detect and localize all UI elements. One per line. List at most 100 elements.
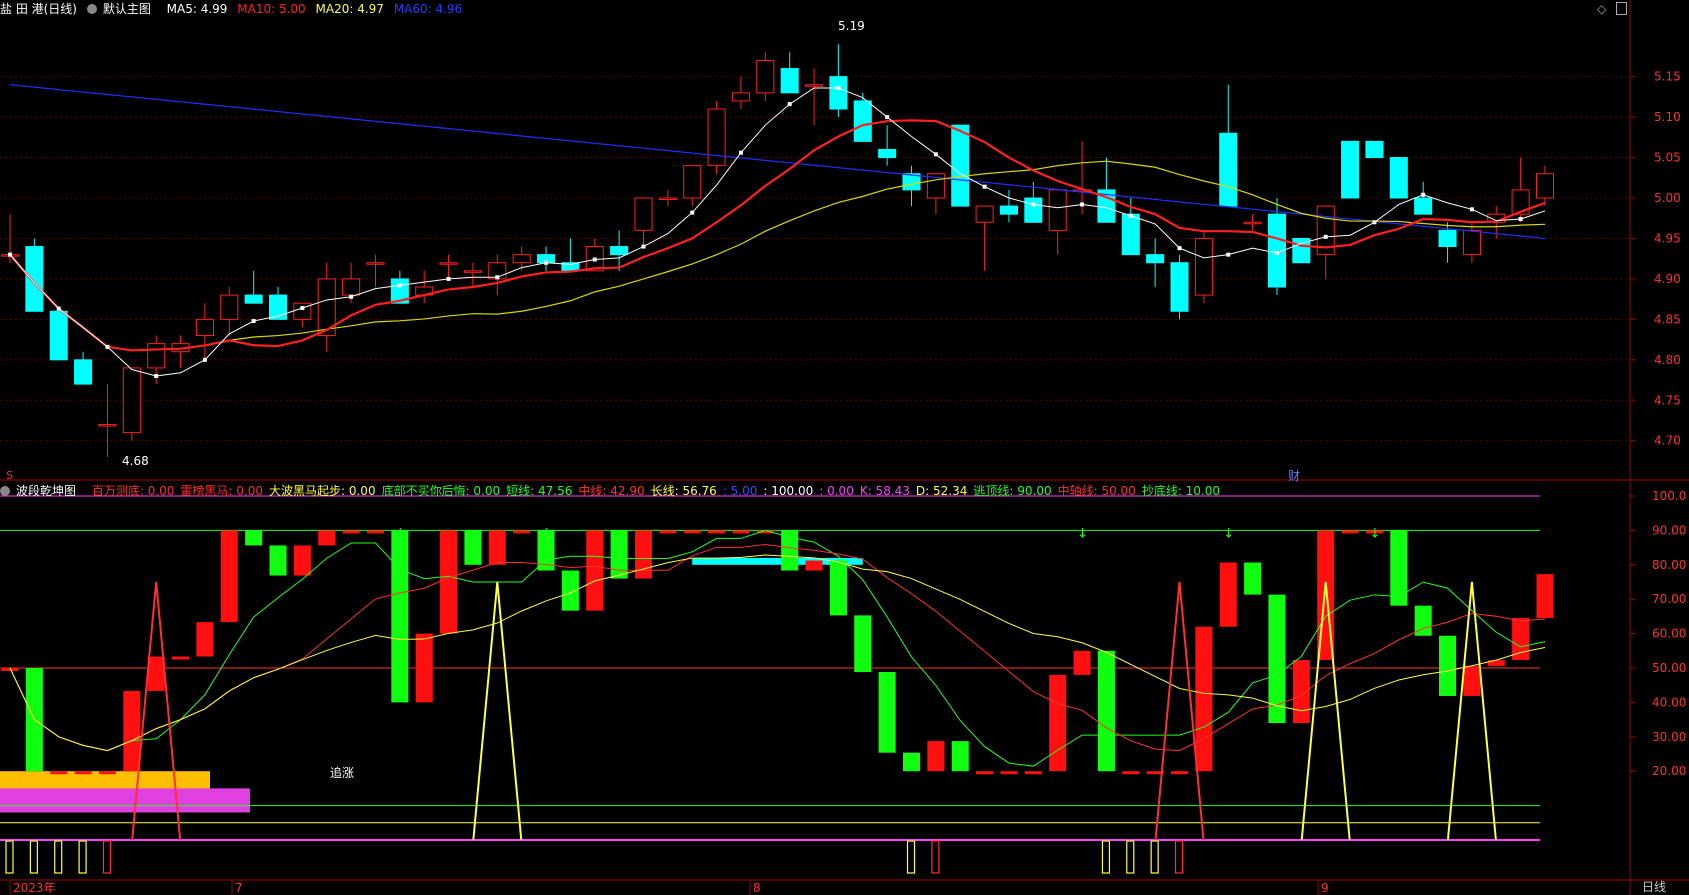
osc-tick: 50.00 bbox=[1652, 661, 1686, 675]
osc-bar bbox=[1439, 635, 1457, 696]
price-tick: 4.90 bbox=[1654, 272, 1681, 286]
osc-value-12: 逃顶线: 90.00 bbox=[973, 484, 1052, 498]
candle[interactable] bbox=[683, 165, 702, 199]
osc-bar bbox=[50, 771, 68, 775]
candle[interactable] bbox=[439, 262, 458, 265]
candle[interactable] bbox=[975, 205, 994, 223]
candle[interactable] bbox=[1365, 140, 1384, 159]
osc-bar bbox=[1390, 530, 1408, 606]
candle[interactable] bbox=[147, 343, 166, 369]
candle[interactable] bbox=[512, 254, 531, 264]
ma5-dot bbox=[982, 184, 987, 189]
window-controls: ◇ bbox=[1597, 2, 1628, 16]
candle[interactable] bbox=[707, 108, 726, 167]
settings-icon[interactable] bbox=[0, 486, 10, 496]
candle[interactable] bbox=[195, 318, 214, 337]
candle[interactable] bbox=[999, 205, 1018, 215]
candle[interactable] bbox=[1024, 197, 1043, 223]
osc-value-10: K: 58.43 bbox=[859, 484, 910, 498]
osc-value-4: 短线: 47.56 bbox=[506, 484, 573, 498]
osc-bar bbox=[634, 530, 653, 579]
candle[interactable] bbox=[1414, 197, 1433, 215]
indicator-selector[interactable]: 默认主图 bbox=[86, 2, 157, 16]
ma5-dot bbox=[787, 102, 792, 107]
candle[interactable] bbox=[244, 294, 263, 304]
ma5-dot bbox=[592, 257, 597, 262]
candle[interactable] bbox=[731, 92, 750, 102]
ma60-value: MA60: 4.96 bbox=[393, 2, 463, 16]
candle[interactable] bbox=[853, 100, 872, 142]
candle[interactable] bbox=[634, 197, 653, 231]
price-tick: 4.95 bbox=[1654, 231, 1681, 245]
osc-indicator-selector[interactable]: 波段乾坤图 bbox=[0, 484, 82, 498]
candle[interactable] bbox=[74, 359, 93, 385]
osc-bar bbox=[147, 656, 165, 691]
candle[interactable] bbox=[658, 197, 677, 200]
ma5-dot bbox=[1080, 202, 1085, 207]
candle[interactable] bbox=[1341, 140, 1360, 199]
candle[interactable] bbox=[25, 246, 44, 312]
date-tick: 9 bbox=[1321, 881, 1329, 895]
ma5-dot bbox=[1226, 252, 1231, 257]
candle[interactable] bbox=[1194, 237, 1213, 296]
candle[interactable] bbox=[1048, 189, 1067, 231]
period-label[interactable]: 日线 bbox=[1642, 878, 1666, 895]
candle[interactable] bbox=[1438, 229, 1457, 248]
restore-icon[interactable] bbox=[1616, 2, 1628, 15]
main-chart-header: 盐 田 港(日线) 默认主图 MA5: 4.99 MA10: 5.00 MA20… bbox=[0, 0, 468, 18]
candle[interactable] bbox=[98, 424, 117, 427]
candle[interactable] bbox=[220, 294, 239, 320]
osc-bar bbox=[976, 771, 994, 775]
osc-value-14: 抄底线: 10.00 bbox=[1141, 484, 1221, 498]
osc-bar bbox=[561, 570, 579, 611]
osc-bar bbox=[854, 615, 872, 673]
date-tick: 8 bbox=[753, 881, 761, 895]
candle[interactable] bbox=[122, 367, 141, 434]
candle[interactable] bbox=[610, 246, 629, 256]
candle[interactable] bbox=[951, 124, 970, 207]
osc-bar bbox=[440, 530, 458, 634]
candle[interactable] bbox=[1121, 213, 1140, 256]
osc-bar bbox=[1170, 771, 1189, 775]
settings-icon[interactable] bbox=[86, 4, 97, 14]
candle[interactable] bbox=[1389, 157, 1408, 199]
candle[interactable] bbox=[49, 310, 68, 361]
ma5-value: MA5: 4.99 bbox=[166, 2, 228, 16]
candle[interactable] bbox=[756, 59, 775, 94]
osc-bar bbox=[1219, 562, 1237, 627]
osc-bar bbox=[342, 530, 360, 534]
price-chart[interactable]: ↓ ↓ ↓ ↓ ↓ 5.15 5.10 5.05 5.00 4.95 4.90 4.85 4.80 4.… bbox=[0, 0, 1689, 895]
osc-bar bbox=[1487, 660, 1505, 666]
bottom-zone bbox=[0, 788, 250, 813]
chart-window[interactable]: ↓ ↓ ↓ ↓ ↓ 5.15 5.10 5.05 5.00 4.95 4.90 4.85 4.80 4.… bbox=[0, 0, 1689, 895]
osc-bar bbox=[1463, 665, 1481, 696]
candle[interactable] bbox=[878, 148, 897, 159]
osc-bar bbox=[732, 530, 750, 534]
osc-value-3: 底部不买你后悔: 0.00 bbox=[381, 484, 501, 498]
candle[interactable] bbox=[366, 262, 385, 265]
osc-value-5: 中线: 42.90 bbox=[578, 484, 645, 498]
ma10-value: MA10: 5.00 bbox=[237, 2, 306, 16]
candle[interactable] bbox=[1170, 262, 1189, 312]
ma5-dot bbox=[56, 306, 61, 311]
finance-marker[interactable]: 财 bbox=[1288, 469, 1300, 483]
osc-bar bbox=[513, 530, 531, 534]
candle[interactable] bbox=[780, 68, 799, 94]
osc-bar bbox=[1512, 617, 1530, 661]
candle[interactable] bbox=[829, 76, 848, 110]
stock-title[interactable]: 盐 田 港(日线) bbox=[0, 2, 77, 16]
candle[interactable] bbox=[463, 270, 482, 273]
candle[interactable] bbox=[1146, 254, 1165, 264]
candle[interactable] bbox=[1462, 229, 1481, 256]
candle[interactable] bbox=[1535, 173, 1555, 199]
candle[interactable] bbox=[1219, 132, 1238, 207]
candle[interactable] bbox=[805, 84, 824, 87]
osc-bar bbox=[172, 656, 190, 660]
osc-bar bbox=[586, 530, 604, 611]
chase-label: 追涨 bbox=[330, 765, 354, 780]
candle[interactable] bbox=[1243, 221, 1262, 225]
diamond-icon[interactable]: ◇ bbox=[1597, 2, 1606, 16]
candle[interactable] bbox=[342, 278, 361, 296]
osc-bar bbox=[123, 690, 141, 772]
osc-bar bbox=[1341, 530, 1359, 534]
